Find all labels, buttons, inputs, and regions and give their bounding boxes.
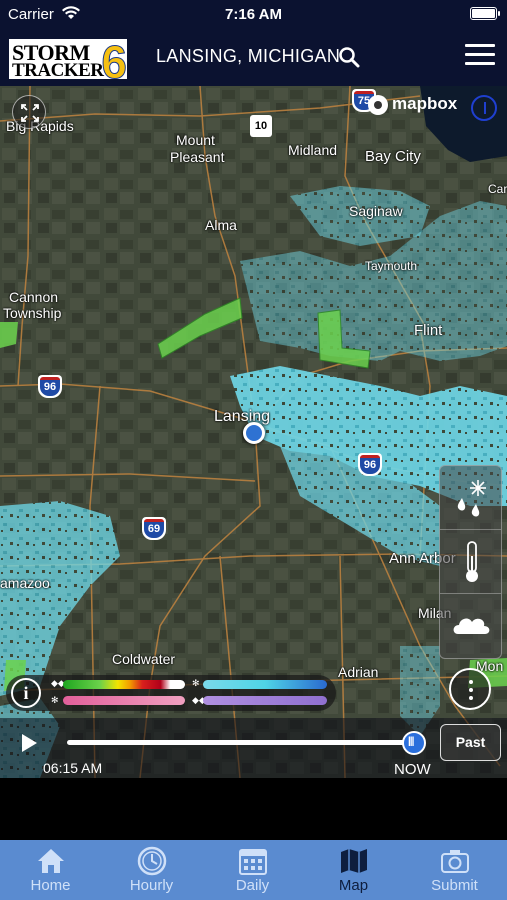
search-icon[interactable] — [338, 46, 360, 68]
tab-home[interactable]: Home — [0, 840, 101, 900]
timeline-slider[interactable] — [67, 740, 415, 745]
timeline-end-label: NOW — [394, 761, 431, 778]
blank-banner-area — [0, 778, 507, 840]
radar-playback-bar: 06:15 AM NOW Past — [0, 718, 507, 778]
city-label: Township — [3, 305, 62, 321]
i96-east-shield: 96 — [358, 453, 382, 476]
radar-legend[interactable]: i ◆◆ ✻ ✻ ◆◆ — [6, 675, 336, 711]
i69-shield: 69 — [142, 517, 166, 540]
cloud-icon — [453, 618, 490, 634]
city-label-lansing: Lansing — [214, 408, 271, 425]
tab-label: Daily — [235, 877, 270, 894]
location-title[interactable]: LANSING, MICHIGAN — [156, 46, 340, 67]
storm-tracker-logo[interactable]: STORM TRACKER 6 — [7, 36, 129, 89]
tab-label: Submit — [431, 877, 478, 894]
mix-color-scale — [63, 696, 185, 705]
snow-color-scale — [203, 680, 327, 689]
ice-color-scale — [203, 696, 327, 705]
city-label: Taymouth — [365, 259, 418, 273]
calendar-icon — [239, 849, 267, 875]
play-icon[interactable] — [22, 734, 37, 752]
city-label: Adrian — [338, 664, 379, 680]
timeline-start-time: 06:15 AM — [43, 760, 103, 776]
map-info-icon[interactable] — [471, 95, 497, 121]
city-label: Mount — [176, 132, 215, 148]
layer-clouds-button[interactable] — [440, 594, 501, 658]
more-options-button[interactable] — [449, 668, 491, 710]
mapbox-icon — [368, 94, 388, 115]
current-location-marker[interactable] — [243, 422, 265, 444]
clock-time: 7:16 AM — [225, 6, 282, 23]
rain-color-scale — [63, 680, 185, 689]
hamburger-menu-icon[interactable] — [465, 44, 495, 68]
mix-symbol-icon: ✻ — [51, 695, 59, 705]
logo-text-tracker: TRACKER — [12, 60, 104, 81]
bottom-tab-bar: Home Hourly Daily Map Submit — [0, 840, 507, 900]
us10-shield: 10 — [250, 115, 272, 137]
layer-temperature-button[interactable] — [440, 530, 501, 594]
camera-icon — [441, 850, 469, 873]
tab-label: Hourly — [129, 877, 174, 894]
city-label: Coldwater — [112, 651, 176, 667]
clock-icon — [137, 846, 167, 876]
city-label: amazoo — [0, 575, 50, 591]
battery-icon — [470, 7, 500, 20]
city-label: Midland — [288, 142, 338, 158]
city-label: Flint — [414, 322, 443, 339]
i96-west-shield: 96 — [38, 375, 62, 398]
precipitation-type-icon — [457, 480, 486, 517]
fullscreen-expand-button[interactable] — [12, 95, 46, 129]
mapbox-attribution[interactable]: mapbox — [368, 94, 457, 116]
status-bar: Carrier 7:16 AM — [0, 0, 507, 30]
tab-hourly[interactable]: Hourly — [101, 840, 202, 900]
map-icon — [341, 849, 367, 873]
tab-submit[interactable]: Submit — [404, 840, 505, 900]
tab-daily[interactable]: Daily — [202, 840, 303, 900]
tab-label: Map — [338, 877, 369, 894]
timeline-thumb[interactable] — [402, 731, 426, 755]
layer-precipitation-button[interactable] — [440, 466, 501, 530]
radar-map[interactable]: Big Rapids Mount Pleasant Midland Bay Ci… — [0, 86, 507, 778]
layer-selector — [439, 465, 502, 659]
logo-number: 6 — [101, 36, 128, 89]
past-toggle-button[interactable]: Past — [440, 724, 501, 761]
app-header: STORM TRACKER 6 LANSING, MICHIGAN — [0, 30, 507, 89]
tab-map[interactable]: Map — [303, 840, 404, 900]
city-label: Alma — [205, 217, 237, 233]
snow-symbol-icon: ✻ — [192, 678, 200, 688]
city-label: Pleasant — [170, 149, 225, 165]
city-label: Car — [488, 182, 507, 196]
expand-icon — [21, 104, 39, 122]
city-label: Saginaw — [349, 203, 403, 219]
thermometer-icon — [466, 541, 478, 582]
city-label: Bay City — [365, 148, 421, 165]
tab-label: Home — [30, 877, 71, 894]
city-label: Cannon — [9, 289, 59, 305]
home-icon — [38, 849, 64, 873]
legend-info-icon[interactable]: i — [11, 678, 41, 708]
